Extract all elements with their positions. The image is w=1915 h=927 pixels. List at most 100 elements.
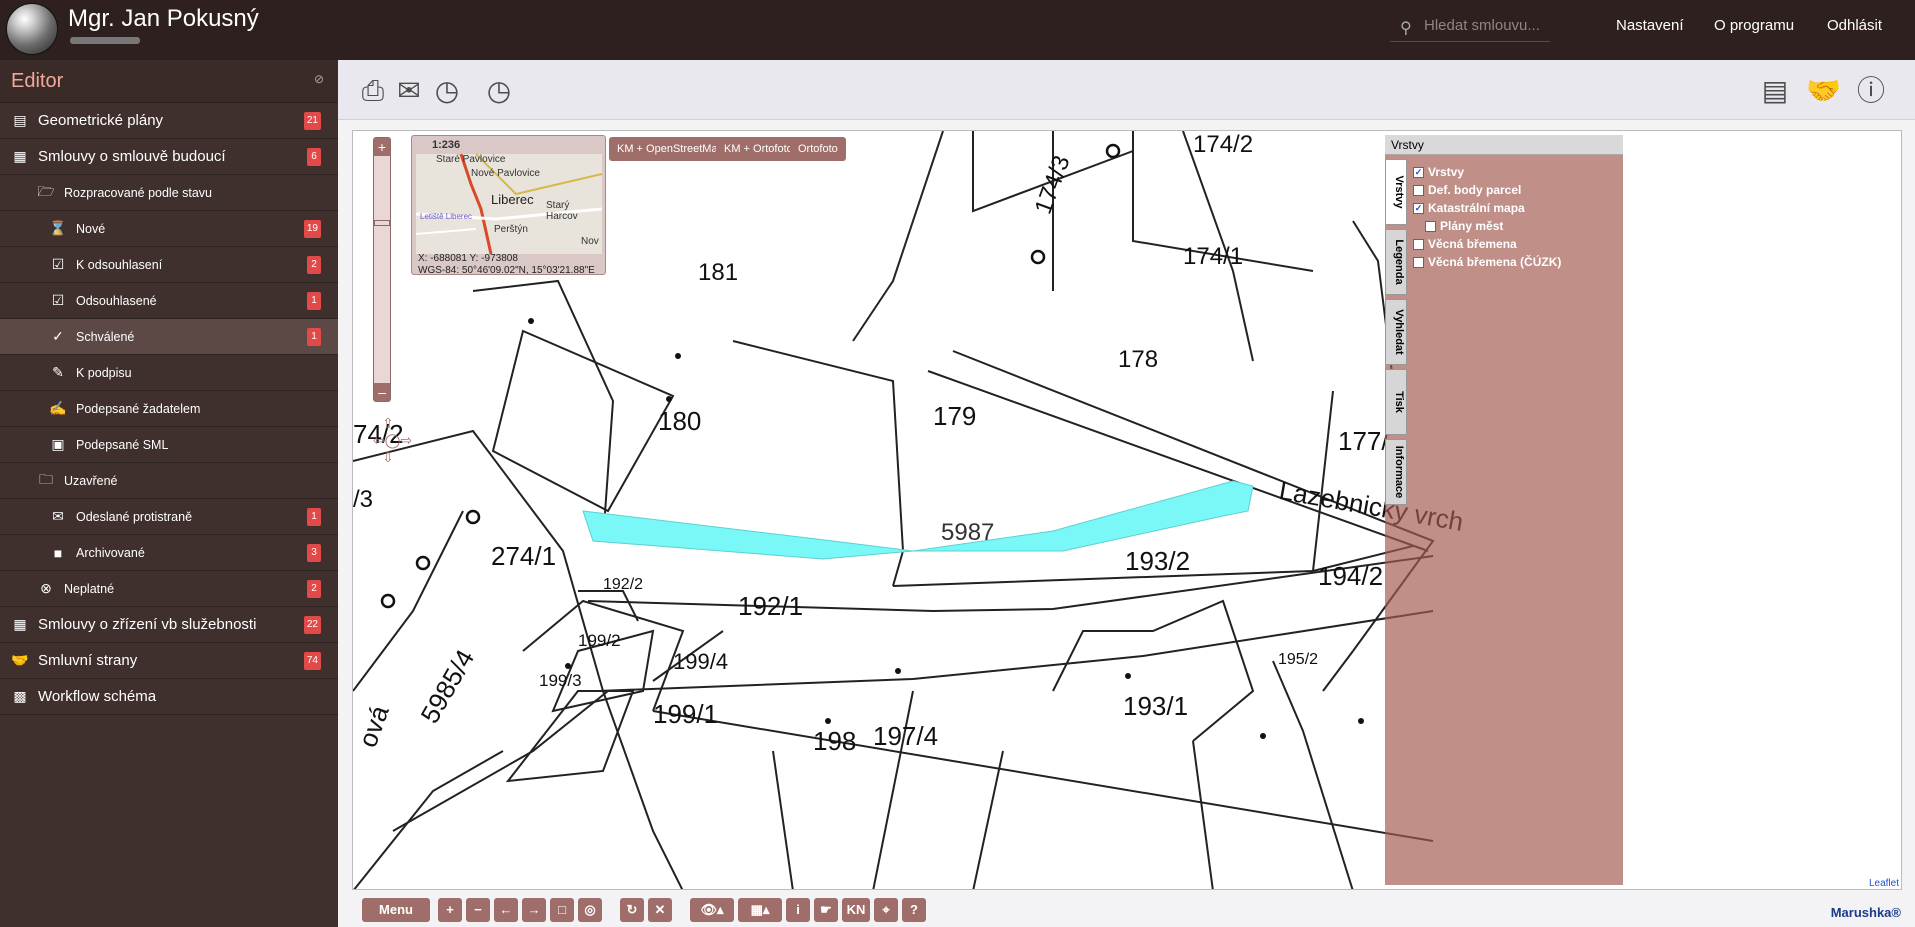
sidebar-item-in-progress[interactable]: 🗁 Rozpracované podle stavu — [0, 175, 338, 211]
sidebar-item-geometric-plans[interactable]: ▤ Geometrické plány 21 — [0, 103, 338, 139]
zoom-out-button[interactable]: – — [374, 383, 390, 401]
clock-icon[interactable]: ◷ — [482, 74, 516, 108]
sidebar-item-workflow[interactable]: ▩ Workflow schéma — [0, 679, 338, 715]
sidebar-item-archived[interactable]: ■ Archivované 3 — [0, 535, 338, 571]
sidebar-menu: ▤ Geometrické plány 21 ▦ Smlouvy o smlouvě … — [0, 103, 338, 715]
parcel-label: 199/3 — [539, 671, 582, 690]
arrow-up-icon[interactable]: ⇧ — [373, 415, 403, 432]
layer-cadastral[interactable]: ✓ Katastrální mapa — [1413, 201, 1525, 215]
tab-info[interactable]: Informace — [1385, 439, 1407, 505]
search-icon: ⚲ — [1400, 20, 1412, 37]
layer-km-osm-button[interactable]: KM + OpenStreetMap — [609, 137, 732, 161]
sidebar-item-to-sign[interactable]: ✎ K podpisu — [0, 355, 338, 391]
zoom-in-icon[interactable]: + — [438, 898, 462, 922]
forward-icon[interactable]: → — [522, 898, 546, 922]
overview-map[interactable]: 1:236 Staré Pavlovice Nové Pavlovice Lib… — [411, 135, 606, 276]
locate-icon[interactable]: ⌖ — [874, 898, 898, 922]
avatar[interactable] — [6, 3, 58, 55]
add-party-icon[interactable]: 🤝 — [1806, 74, 1841, 108]
sidebar-item-easement-contracts[interactable]: ▦ Smlouvy o zřízení vb služebnosti 22 — [0, 607, 338, 643]
tab-layers[interactable]: Vrstvy — [1385, 159, 1407, 225]
sidebar-item-future-contracts[interactable]: ▦ Smlouvy o smlouvě budoucí 6 — [0, 139, 338, 175]
checkbox[interactable] — [1413, 238, 1424, 250]
layer-easements-cuzk[interactable]: Věcná břemena (ČÚZK) — [1413, 255, 1561, 269]
sidebar-item-new[interactable]: ⌛ Nové 19 — [0, 211, 338, 247]
sidebar-item-confirmed[interactable]: ✓ Schválené 1 — [0, 319, 338, 355]
layer-root[interactable]: ✓ Vrstvy — [1413, 165, 1464, 179]
history-icon[interactable]: ◷ — [430, 74, 464, 108]
layer-ortofoto-button[interactable]: Ortofoto — [790, 137, 846, 161]
sidebar-item-closed[interactable]: 🗀 Uzavřené — [0, 463, 338, 499]
sidebar-item-parties[interactable]: 🤝 Smluvní strany 74 — [0, 643, 338, 679]
layer-km-ortofoto-button[interactable]: KM + Ortofoto — [716, 137, 801, 161]
zoom-in-button[interactable]: + — [374, 138, 390, 156]
help-icon[interactable]: ? — [902, 898, 926, 922]
leaflet-attribution[interactable]: Leaflet — [1869, 878, 1899, 889]
refresh-icon[interactable]: ↻ — [620, 898, 644, 922]
overview-place: Staré Pavlovice — [436, 154, 506, 165]
close-icon[interactable]: ✕ — [648, 898, 672, 922]
count-badge: 3 — [307, 544, 321, 562]
sidebar-item-signed-applicant[interactable]: ✍ Podepsané žadatelem — [0, 391, 338, 427]
parcel-label: 179 — [933, 401, 977, 431]
overview-place: Nov — [581, 236, 599, 247]
nav-about[interactable]: O programu — [1714, 17, 1794, 34]
layer-city-plans[interactable]: Plány měst — [1425, 219, 1503, 233]
search-box[interactable]: ⚲ — [1390, 14, 1550, 42]
arrows-lr-icon[interactable]: ⇦◯⇨ — [373, 432, 412, 449]
checkbox-checked[interactable]: ✓ — [1413, 166, 1424, 178]
top-bar: Mgr. Jan Pokusný ⚲ Nastavení O programu … — [0, 0, 1915, 60]
nav-settings[interactable]: Nastavení — [1616, 17, 1684, 34]
sidebar-item-label: Smlouvy o smlouvě budoucí — [38, 148, 226, 165]
kn-button[interactable]: KN — [842, 898, 870, 922]
overview-map-image[interactable]: Staré Pavlovice Nové Pavlovice Liberec S… — [416, 154, 602, 254]
tab-print[interactable]: Tisk — [1385, 369, 1407, 435]
layer-easements[interactable]: Věcná břemena — [1413, 237, 1517, 251]
measure-icon[interactable]: ▦▴ — [738, 898, 782, 922]
zoom-out-icon[interactable]: − — [466, 898, 490, 922]
checkbox[interactable] — [1413, 184, 1424, 196]
info-icon[interactable]: ⓘ — [1854, 74, 1888, 108]
layer-label: Katastrální mapa — [1428, 201, 1525, 215]
zoom-slider[interactable]: + – — [373, 137, 391, 402]
tab-search[interactable]: Vyhledat — [1385, 299, 1407, 365]
globe-icon[interactable]: ◎ — [578, 898, 602, 922]
nav-logout[interactable]: Odhlásit — [1827, 17, 1882, 34]
image-icon: ▩ — [13, 688, 27, 704]
parcel-label: 197/4 — [873, 721, 939, 751]
checkbox-checked[interactable]: ✓ — [1413, 202, 1424, 214]
sidebar-item-signed-sml[interactable]: ▣ Podepsané SML — [0, 427, 338, 463]
checked-box-icon: ☑ — [51, 292, 65, 308]
sidebar-item-to-approve[interactable]: ☑ K odsouhlasení 2 — [0, 247, 338, 283]
parcel-label: 180 — [658, 406, 702, 436]
add-map-icon[interactable]: ▤ — [1758, 74, 1792, 108]
parcel-label: 198 — [813, 726, 857, 756]
checkbox[interactable] — [1425, 220, 1436, 232]
pencil-icon: ✎ — [52, 364, 64, 380]
checkbox[interactable] — [1413, 256, 1424, 268]
pin-icon[interactable]: ⊘ — [314, 72, 324, 86]
sidebar-item-invalid[interactable]: ⊗ Neplatné 2 — [0, 571, 338, 607]
sidebar-item-label: Smluvní strany — [38, 652, 138, 669]
layer-def-points[interactable]: Def. body parcel — [1413, 183, 1521, 197]
map-view[interactable]: 181 174/1 178 180 179 177/ 74/2 /3 5987 … — [352, 130, 1902, 890]
edit-icon: ✍ — [49, 400, 67, 416]
zoom-extent-icon[interactable]: □ — [550, 898, 574, 922]
pan-control[interactable]: ⇧ ⇦◯⇨ ⇩ — [373, 415, 412, 465]
menu-button[interactable]: Menu — [362, 898, 430, 922]
zoom-handle[interactable] — [374, 220, 390, 226]
email-icon[interactable]: ✉ — [392, 74, 426, 108]
overview-place: Nové Pavlovice — [471, 168, 540, 179]
select-icon[interactable]: ☛ — [814, 898, 838, 922]
info-tool-icon[interactable]: i — [786, 898, 810, 922]
tab-legend[interactable]: Legenda — [1385, 229, 1407, 295]
sidebar-item-label: Geometrické plány — [38, 112, 164, 129]
search-input[interactable] — [1424, 17, 1544, 34]
visibility-icon[interactable]: 👁▴ — [690, 898, 734, 922]
print-icon[interactable]: ⎙ — [356, 74, 390, 108]
arrow-down-icon[interactable]: ⇩ — [373, 449, 403, 466]
sidebar-item-sent[interactable]: ✉ Odeslané protistraně 1 — [0, 499, 338, 535]
back-icon[interactable]: ← — [494, 898, 518, 922]
layer-label: Věcná břemena (ČÚZK) — [1428, 255, 1562, 269]
sidebar-item-approved[interactable]: ☑ Odsouhlasené 1 — [0, 283, 338, 319]
